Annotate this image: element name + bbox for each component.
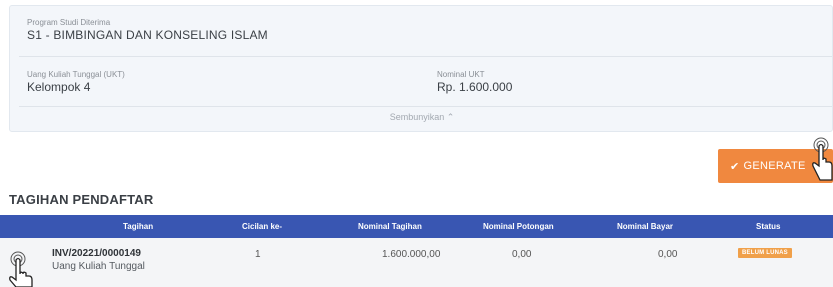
divider <box>19 56 832 57</box>
ukt-label: Uang Kuliah Tunggal (UKT) <box>27 70 125 79</box>
status-badge: BELUM LUNAS <box>738 248 792 258</box>
invoice-table: Tagihan Cicilan ke- Nominal Tagihan Nomi… <box>0 215 833 287</box>
invoice-description: Uang Kuliah Tunggal <box>52 261 145 272</box>
program-label: Program Studi Diterima <box>27 18 111 27</box>
invoice-number[interactable]: INV/20221/0000149 <box>52 248 141 259</box>
program-value: S1 - BIMBINGAN DAN KONSELING ISLAM <box>27 28 268 42</box>
section-title: TAGIHAN PENDAFTAR <box>9 192 154 207</box>
generate-button-label: GENERATE <box>743 160 806 172</box>
col-header-nominal-potongan: Nominal Potongan <box>483 222 554 231</box>
col-header-tagihan: Tagihan <box>123 222 154 231</box>
nominal-potongan-value: 0,00 <box>512 249 532 260</box>
nominal-bayar-value: 0,00 <box>658 249 678 260</box>
col-header-status: Status <box>756 222 781 231</box>
ukt-value: Kelompok 4 <box>27 80 91 94</box>
nominal-tagihan-value: 1.600.000,00 <box>382 249 441 260</box>
cicilan-value: 1 <box>255 249 261 260</box>
nominal-ukt-label: Nominal UKT <box>437 70 485 79</box>
table-row[interactable]: INV/20221/0000149 Uang Kuliah Tunggal 1 … <box>0 238 833 287</box>
info-panel: Program Studi Diterima S1 - BIMBINGAN DA… <box>9 5 833 132</box>
nominal-ukt-value: Rp. 1.600.000 <box>437 80 513 94</box>
col-header-nominal-tagihan: Nominal Tagihan <box>358 222 422 231</box>
hide-toggle-link[interactable]: Sembunyikan ⌃ <box>10 112 833 123</box>
col-header-cicilan: Cicilan ke- <box>242 222 283 231</box>
table-header: Tagihan Cicilan ke- Nominal Tagihan Nomi… <box>0 215 833 238</box>
divider <box>19 106 832 107</box>
check-icon: ✔ <box>730 160 740 173</box>
generate-button[interactable]: ✔ GENERATE <box>718 149 833 183</box>
col-header-nominal-bayar: Nominal Bayar <box>617 222 674 231</box>
